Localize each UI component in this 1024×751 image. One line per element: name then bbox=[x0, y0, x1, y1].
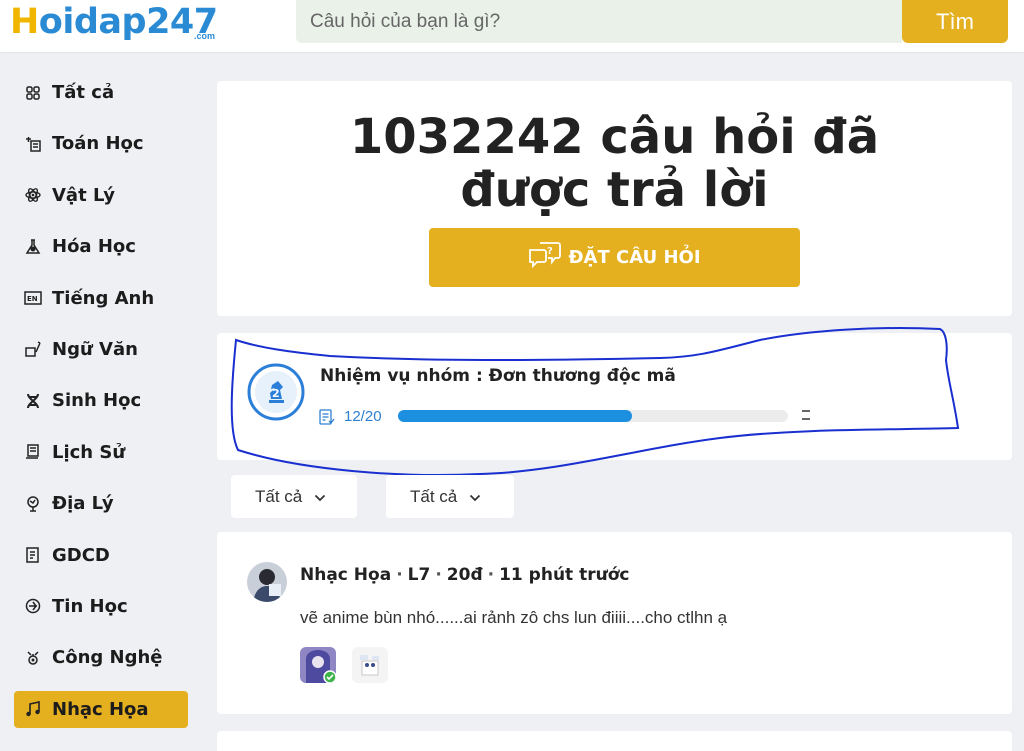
sidebar-item-history[interactable]: Lịch Sử bbox=[14, 434, 188, 471]
avatar[interactable] bbox=[247, 562, 287, 602]
post-points: 20đ bbox=[446, 565, 483, 585]
en-icon: EN bbox=[24, 289, 42, 307]
sidebar-item-literature[interactable]: Ngữ Văn bbox=[14, 331, 188, 368]
atom-icon bbox=[24, 186, 42, 204]
sidebar-item-label: Toán Học bbox=[52, 133, 144, 155]
sidebar-item-label: Lịch Sử bbox=[52, 441, 126, 463]
chevron-down-icon bbox=[314, 487, 326, 507]
svg-text:EN: EN bbox=[27, 295, 38, 303]
sidebar-item-label: Tiếng Anh bbox=[52, 287, 155, 309]
sidebar-item-label: Vật Lý bbox=[52, 184, 115, 206]
group-mission-card[interactable]: 2 Nhiệm vụ nhóm : Đơn thương độc mã 12/2… bbox=[217, 333, 1012, 460]
next-post-card[interactable] bbox=[217, 731, 1012, 751]
post-meta: Nhạc Họa · L7 · 20đ · 11 phút trước bbox=[300, 565, 630, 585]
sidebar-item-label: Ngữ Văn bbox=[52, 338, 138, 360]
knight-badge-icon: 2 bbox=[247, 363, 305, 421]
top-header: Hoidap247 .com Tìm bbox=[0, 0, 1024, 52]
site-logo[interactable]: Hoidap247 bbox=[10, 2, 218, 42]
sidebar-item-chemistry[interactable]: Hóa Học bbox=[14, 228, 188, 265]
svg-text:2: 2 bbox=[272, 387, 280, 400]
post-author[interactable]: Nhạc Họa bbox=[300, 565, 391, 585]
svg-text:?: ? bbox=[547, 246, 553, 257]
subject-sidebar: Tất cả Toán Học Vật Lý Hóa Học EN Tiếng … bbox=[14, 74, 188, 742]
ask-question-label: ĐẶT CÂU HỎI bbox=[568, 247, 701, 268]
sidebar-item-math[interactable]: Toán Học bbox=[14, 125, 188, 162]
sidebar-item-music-art[interactable]: Nhạc Họa bbox=[14, 690, 188, 728]
task-list-icon bbox=[319, 409, 335, 431]
document-icon bbox=[24, 546, 42, 564]
attachment-thumbnail[interactable] bbox=[352, 647, 388, 683]
mission-title: Nhiệm vụ nhóm : Đơn thương độc mã bbox=[320, 366, 676, 386]
flask-icon bbox=[24, 238, 42, 256]
sidebar-item-technology[interactable]: Công Nghệ bbox=[14, 639, 188, 676]
globe-icon bbox=[24, 495, 42, 513]
chat-question-icon: ? bbox=[528, 241, 568, 274]
sidebar-item-label: Công Nghệ bbox=[52, 647, 163, 669]
search-button[interactable]: Tìm bbox=[902, 0, 1008, 43]
filter-grade-label: Tất cả bbox=[410, 486, 458, 506]
pen-book-icon bbox=[24, 340, 42, 358]
sidebar-item-all[interactable]: Tất cả bbox=[14, 74, 188, 111]
scroll-icon bbox=[24, 443, 42, 461]
question-post-card[interactable]: Nhạc Họa · L7 · 20đ · 11 phút trước vẽ a… bbox=[217, 532, 1012, 714]
sidebar-item-physics[interactable]: Vật Lý bbox=[14, 177, 188, 214]
gear-icon bbox=[24, 649, 42, 667]
chevron-down-icon bbox=[469, 487, 481, 507]
sidebar-item-label: Tất cả bbox=[52, 82, 115, 103]
search-input[interactable] bbox=[296, 0, 902, 43]
music-icon bbox=[24, 700, 42, 718]
sidebar-item-label: Địa Lý bbox=[52, 493, 114, 515]
post-content: vẽ anime bùn nhó......ai rảnh zô chs lun… bbox=[300, 608, 728, 627]
question-count-card: 1032242 câu hỏi đã được trả lời ? ĐẶT CÂ… bbox=[217, 81, 1012, 316]
filter-subject-dropdown[interactable]: Tất cả bbox=[231, 475, 357, 518]
logo-domain: .com bbox=[194, 31, 216, 41]
mission-progress-bar bbox=[398, 410, 788, 422]
mission-progress-count: 12/20 bbox=[344, 408, 382, 425]
sidebar-item-label: Sinh Học bbox=[52, 390, 142, 412]
sidebar-item-geography[interactable]: Địa Lý bbox=[14, 485, 188, 522]
post-time: 11 phút trước bbox=[499, 565, 630, 585]
sidebar-item-label: Nhạc Họa bbox=[52, 698, 149, 720]
ask-question-button[interactable]: ? ĐẶT CÂU HỎI bbox=[429, 228, 800, 287]
attachment-thumbnail[interactable] bbox=[300, 647, 336, 683]
question-count-title: 1032242 câu hỏi đã được trả lời bbox=[349, 109, 880, 218]
sidebar-item-label: Tin Học bbox=[52, 595, 128, 617]
search-bar bbox=[296, 0, 902, 43]
grid-icon bbox=[24, 84, 42, 102]
sidebar-item-biology[interactable]: Sinh Học bbox=[14, 382, 188, 419]
mission-progress-fill bbox=[398, 410, 632, 422]
sidebar-item-civics[interactable]: GDCD bbox=[14, 537, 188, 574]
sidebar-item-label: Hóa Học bbox=[52, 236, 136, 258]
filter-grade-dropdown[interactable]: Tất cả bbox=[386, 475, 514, 518]
math-icon bbox=[24, 135, 42, 153]
dna-icon bbox=[24, 392, 42, 410]
author-level: L7 bbox=[407, 565, 431, 585]
progress-end-icon bbox=[802, 410, 810, 420]
sidebar-item-informatics[interactable]: Tin Học bbox=[14, 588, 188, 625]
sidebar-item-label: GDCD bbox=[52, 544, 110, 566]
computer-icon bbox=[24, 597, 42, 615]
filter-subject-label: Tất cả bbox=[255, 486, 303, 506]
sidebar-item-english[interactable]: EN Tiếng Anh bbox=[14, 280, 188, 317]
